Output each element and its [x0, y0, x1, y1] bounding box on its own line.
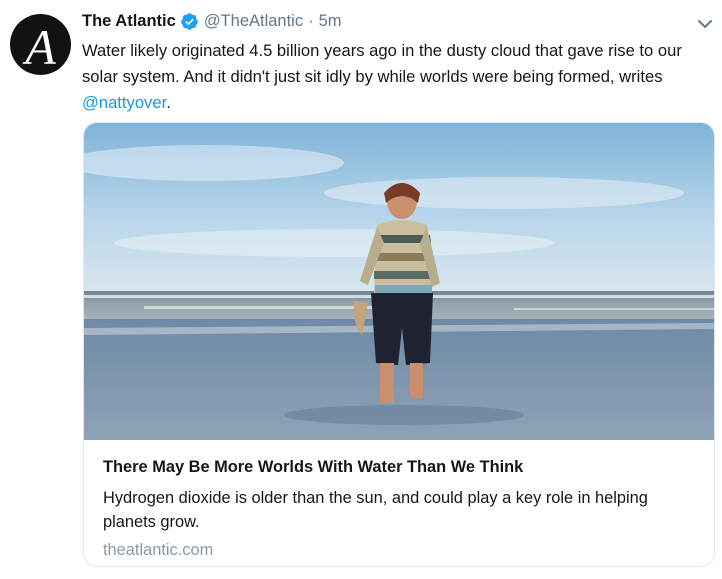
avatar[interactable]: A	[10, 14, 71, 75]
mention-link[interactable]: @nattyover	[82, 93, 166, 112]
verified-badge-icon	[180, 13, 198, 30]
avatar-logo: A	[25, 18, 56, 75]
tweet-text: Water likely originated 4.5 billion year…	[82, 38, 714, 116]
separator-dot: ·	[308, 12, 314, 30]
timestamp[interactable]: 5m	[319, 12, 342, 31]
handle[interactable]: @TheAtlantic	[204, 12, 303, 31]
tweet-text-end: .	[166, 93, 171, 112]
tweet-body: Water likely originated 4.5 billion year…	[82, 41, 682, 86]
chevron-down-icon[interactable]	[695, 14, 715, 34]
card-body: There May Be More Worlds With Water Than…	[103, 456, 703, 561]
card-image	[84, 123, 714, 440]
card-domain[interactable]: theatlantic.com	[103, 539, 703, 561]
tweet[interactable]: A The Atlantic @TheAtlantic · 5m Water l…	[0, 0, 722, 579]
tweet-header: The Atlantic @TheAtlantic · 5m	[82, 12, 342, 31]
card-description: Hydrogen dioxide is older than the sun, …	[103, 489, 648, 531]
link-card[interactable]: There May Be More Worlds With Water Than…	[83, 122, 715, 567]
card-title[interactable]: There May Be More Worlds With Water Than…	[103, 456, 703, 478]
display-name[interactable]: The Atlantic	[82, 12, 176, 31]
